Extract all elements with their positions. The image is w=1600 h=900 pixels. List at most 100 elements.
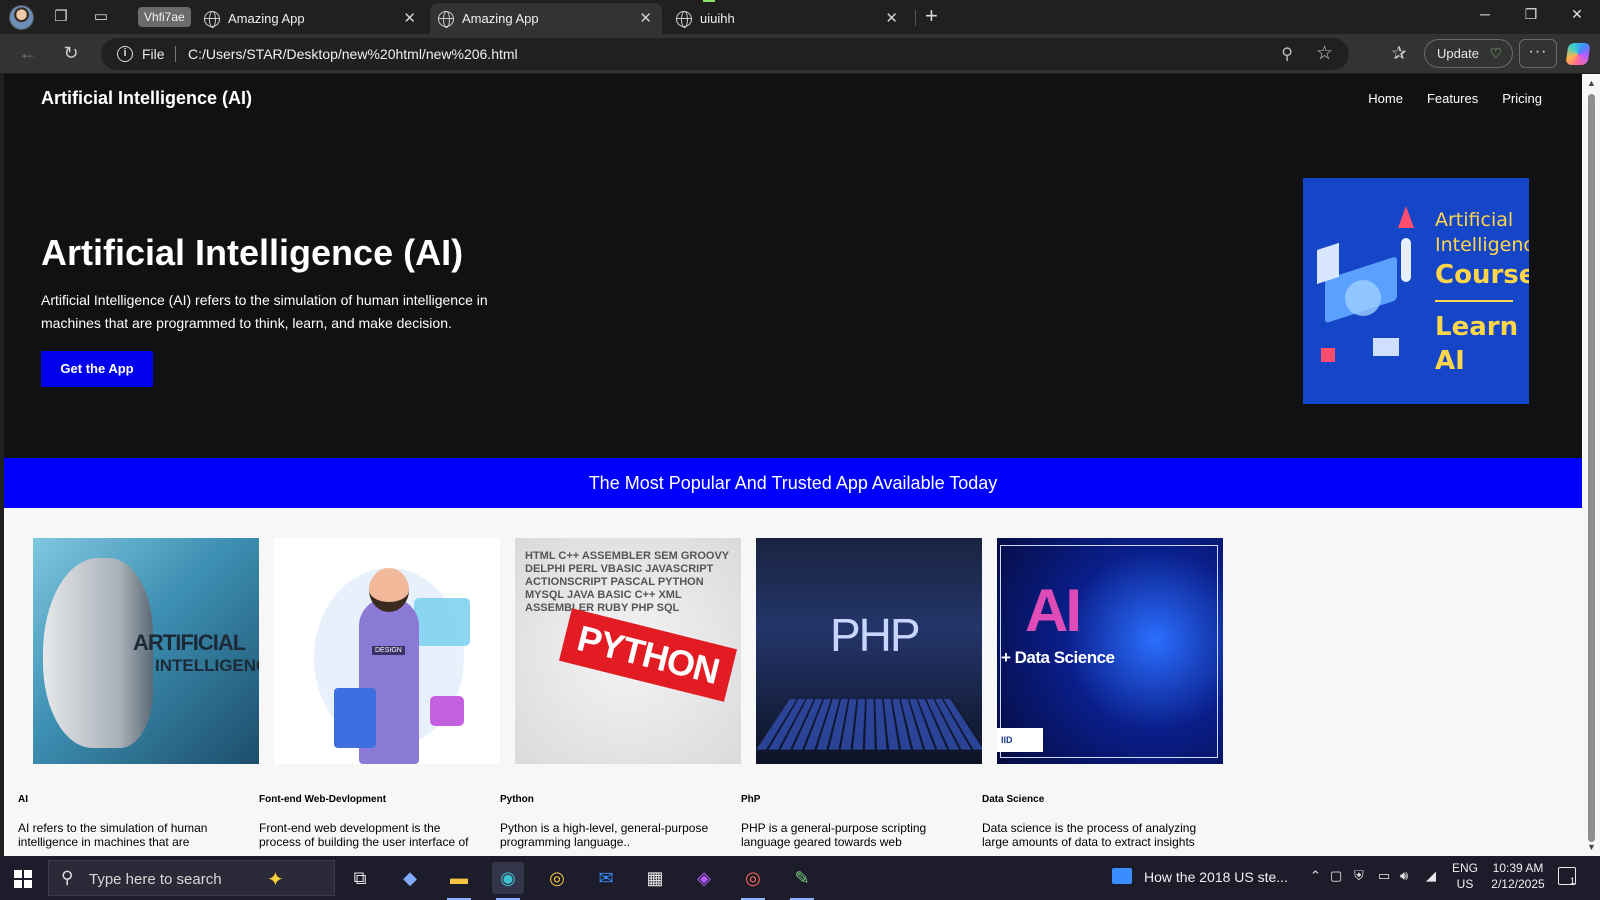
nav-link-features[interactable]: Features <box>1427 91 1478 106</box>
trusted-app-banner: The Most Popular And Trusted App Availab… <box>4 458 1582 508</box>
task-view-icon[interactable]: ⧉ <box>344 862 376 894</box>
workspaces-icon[interactable]: ❐ <box>52 8 70 26</box>
meet-icon[interactable]: ▢ <box>1330 868 1342 884</box>
info-icon[interactable]: i <box>117 46 133 62</box>
course-cards: ARTIFICIAL INTELLIGENCE AI AI refers to … <box>4 508 1582 856</box>
card-image-text: INTELLIGENCE <box>155 656 259 675</box>
copilot-taskbar-icon[interactable]: ◆ <box>394 862 426 894</box>
scroll-down-icon[interactable]: ▼ <box>1587 842 1596 852</box>
card-image-data-science: AI + Data Science IID <box>997 538 1223 764</box>
close-tab-icon[interactable]: ✕ <box>885 9 898 27</box>
network-icon[interactable]: ◢ <box>1426 868 1436 884</box>
profile-avatar[interactable] <box>9 5 34 30</box>
page-scrollbar[interactable]: ▲ ▼ <box>1582 74 1600 856</box>
refresh-button[interactable]: ↻ <box>59 42 83 64</box>
copilot-icon[interactable] <box>1565 43 1591 65</box>
favorites-icon[interactable]: ✰ <box>1387 42 1411 64</box>
card-title: Font-end Web-Devlopment <box>259 794 387 805</box>
close-tab-icon[interactable]: ✕ <box>639 9 652 27</box>
card-image-text: DESIGN <box>372 646 405 655</box>
url-text[interactable]: C:/Users/STAR/Desktop/new%20html/new%206… <box>188 46 518 62</box>
m365-icon[interactable]: ◈ <box>688 862 720 894</box>
get-app-button[interactable]: Get the App <box>41 351 153 387</box>
lang-region: US <box>1456 877 1474 891</box>
card-description: Front-end web development is the process… <box>259 821 469 849</box>
close-tab-icon[interactable]: ✕ <box>403 9 416 27</box>
show-hidden-icons[interactable]: ⌃ <box>1310 868 1321 884</box>
chrome-profile-icon[interactable]: ◎ <box>737 862 769 900</box>
battery-icon[interactable]: ▭ <box>1378 868 1390 884</box>
notification-icon[interactable]: 1 <box>1558 867 1576 886</box>
ui-panel-art <box>414 598 470 646</box>
globe-icon <box>438 11 454 28</box>
hero-image-line1: Artificial <box>1435 209 1514 231</box>
update-heart-icon: ♡ <box>1489 45 1502 61</box>
hero-image-rule <box>1435 300 1513 302</box>
minimize-button[interactable]: ─ <box>1462 6 1508 22</box>
search-placeholder: Type here to search <box>89 871 222 888</box>
card-description: Data science is the process of analyzing… <box>982 821 1197 849</box>
address-bar[interactable]: i File C:/Users/STAR/Desktop/new%20html/… <box>101 38 1349 70</box>
card-title: Data Science <box>982 794 1045 805</box>
close-window-button[interactable]: ✕ <box>1554 6 1600 23</box>
tab-divider <box>915 10 916 26</box>
browser-tab-strip: ❐ ▭ Vhfi7ae Amazing App ✕ Amazing App ✕ … <box>0 0 1600 34</box>
clock-time: 10:39 AM <box>1492 861 1544 875</box>
scroll-up-icon[interactable]: ▲ <box>1587 78 1596 88</box>
scroll-thumb[interactable] <box>1588 94 1595 842</box>
tab-3[interactable]: uiuihh ✕ <box>668 3 908 34</box>
scheme-label: File <box>142 46 165 62</box>
tab-1[interactable]: Amazing App ✕ <box>196 3 426 34</box>
hero-image-caption: Artificial Intelligence Courses Learn AI <box>1435 208 1529 378</box>
windows-start-icon[interactable] <box>14 870 32 888</box>
language-indicator[interactable]: ENG US <box>1452 860 1478 892</box>
search-icon: ⚲ <box>61 868 74 887</box>
card-image-ai: ARTIFICIAL INTELLIGENCE <box>33 538 259 764</box>
restore-button[interactable]: ❐ <box>1508 6 1554 23</box>
favorite-star-icon[interactable]: ☆ <box>1316 42 1333 65</box>
clock[interactable]: 10:39 AM 2/12/2025 <box>1488 860 1548 892</box>
code-doc-art <box>334 688 376 748</box>
file-explorer-icon[interactable]: ▬ <box>443 862 475 900</box>
card-image-frontend: DESIGN <box>274 538 500 764</box>
globe-icon <box>204 11 220 28</box>
new-tab-button[interactable]: + <box>925 5 938 27</box>
news-widget-text[interactable]: How the 2018 US ste... <box>1144 869 1288 885</box>
card-image-text: + Data Science <box>1001 648 1115 667</box>
outlook-icon[interactable]: ✉ <box>590 862 622 894</box>
tab-group-label[interactable]: Vhfi7ae <box>138 7 191 27</box>
store-icon[interactable]: ▦ <box>639 862 671 894</box>
hero-title: Artificial Intelligence (AI) <box>41 232 464 273</box>
volume-icon[interactable]: 🔊︎ <box>1400 868 1408 884</box>
taskbar-search[interactable]: ⚲ Type here to search ✦ <box>48 860 335 896</box>
card-image-text: IID <box>997 728 1043 752</box>
security-icon[interactable]: ⛨ <box>1354 868 1364 884</box>
site-nav: Home Features Pricing <box>1368 91 1542 106</box>
keyboard-art <box>756 699 982 750</box>
tab-title: Amazing App <box>462 11 539 26</box>
card-description: PHP is a general-purpose scripting langu… <box>741 821 927 849</box>
news-widget-icon[interactable] <box>1112 868 1132 884</box>
chrome-icon[interactable]: ◎ <box>541 862 573 894</box>
hero-image-line4: Learn AI <box>1435 312 1519 376</box>
nav-link-pricing[interactable]: Pricing <box>1502 91 1542 106</box>
update-button[interactable]: Update ♡ <box>1424 39 1513 68</box>
windows-taskbar: ⚲ Type here to search ✦ ⧉ ◆ ▬ ◉ ◎ ✉ ▦ ◈ … <box>0 856 1600 900</box>
globe-icon <box>676 11 692 28</box>
site-brand[interactable]: Artificial Intelligence (AI) <box>41 88 252 109</box>
vertical-tabs-icon[interactable]: ▭ <box>92 8 110 26</box>
card-description: AI refers to the simulation of human int… <box>18 821 208 849</box>
tab-2[interactable]: Amazing App ✕ <box>430 3 662 34</box>
zoom-icon[interactable]: ⚲ <box>1281 44 1293 64</box>
settings-more-button[interactable]: ··· <box>1519 39 1557 68</box>
edge-browser-icon[interactable]: ◉ <box>492 862 524 900</box>
tab-title: Amazing App <box>228 11 305 26</box>
back-button[interactable]: ← <box>16 42 40 64</box>
card-title: PhP <box>741 794 761 805</box>
update-label: Update <box>1437 46 1479 61</box>
notepad-icon[interactable]: ✎ <box>786 862 818 900</box>
notification-count: 1 <box>1569 876 1575 886</box>
nav-link-home[interactable]: Home <box>1368 91 1403 106</box>
hero-image-line3: Courses <box>1435 260 1529 290</box>
lang-code: ENG <box>1452 861 1479 875</box>
